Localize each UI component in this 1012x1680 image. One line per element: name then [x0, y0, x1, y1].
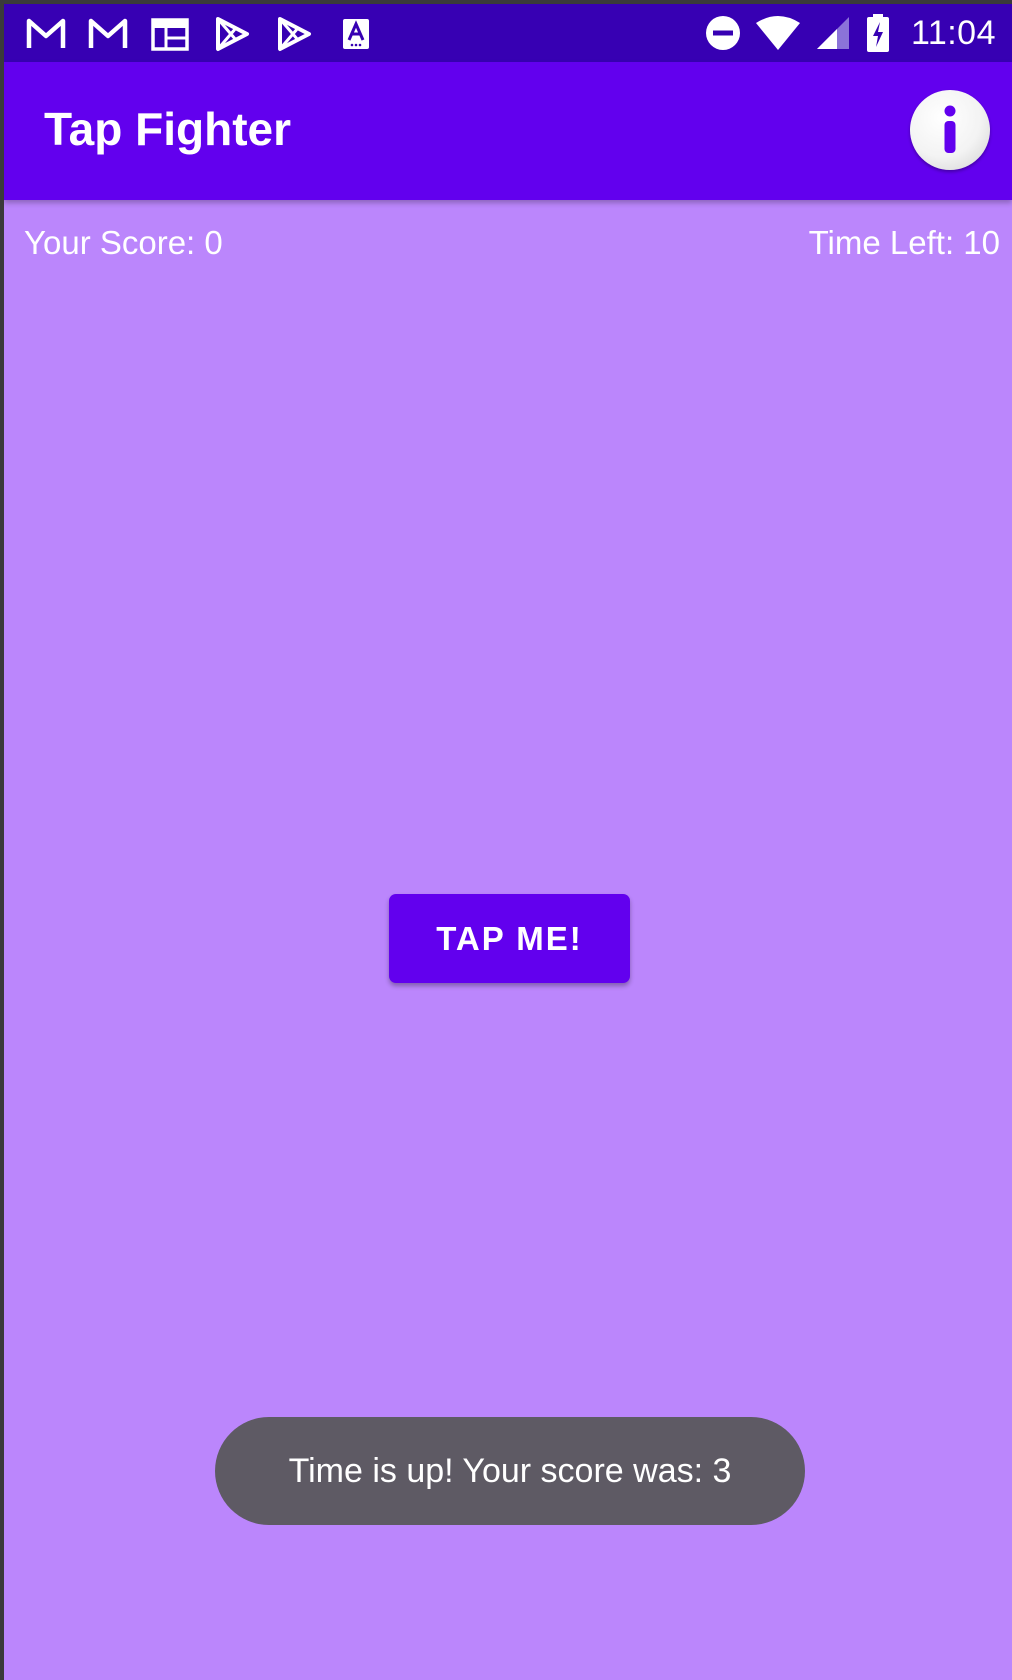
calendar-icon — [151, 18, 189, 51]
toast-message: Time is up! Your score was: 3 — [215, 1417, 805, 1525]
play-store-icon — [216, 17, 249, 51]
play-store-icon — [278, 17, 311, 51]
wifi-icon — [755, 16, 800, 50]
app-title: Tap Fighter — [44, 103, 292, 155]
info-icon — [944, 105, 956, 153]
phone-screen: 11:04 Tap Fighter Your Score: 0 Time Lef… — [4, 4, 1012, 1680]
app-bar: Tap Fighter — [4, 62, 1012, 200]
notification-icons — [26, 14, 376, 54]
signal-icon — [816, 17, 849, 49]
system-icons: 11:04 — [705, 12, 996, 54]
time-left-label: Time Left: 10 — [808, 224, 1000, 261]
do-not-disturb-icon — [705, 16, 740, 50]
gmail-icon — [26, 18, 66, 48]
gmail-icon — [88, 18, 128, 48]
info-button[interactable] — [910, 90, 990, 170]
font-app-icon — [343, 19, 369, 49]
status-clock: 11:04 — [910, 13, 996, 52]
battery-charging-icon — [866, 14, 889, 52]
tap-me-button[interactable]: TAP ME! — [389, 894, 630, 983]
status-bar: 11:04 — [4, 4, 1012, 62]
score-label: Your Score: 0 — [24, 224, 223, 261]
toast-text: Time is up! Your score was: 3 — [288, 1451, 732, 1490]
